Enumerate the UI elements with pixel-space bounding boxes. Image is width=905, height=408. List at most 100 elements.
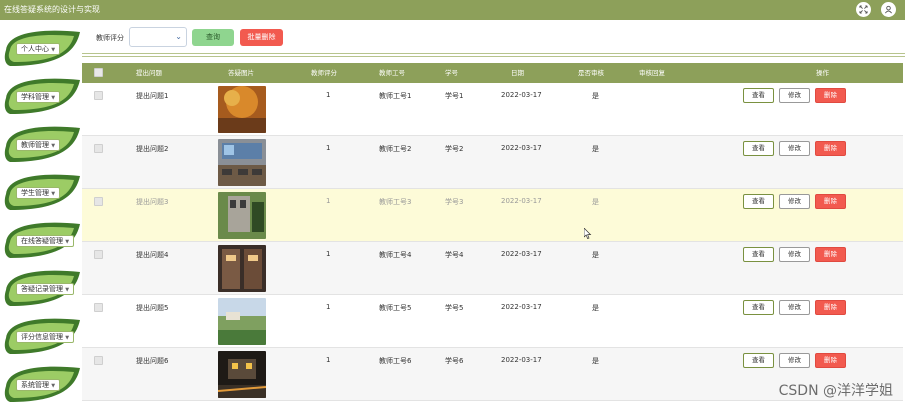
sidebar-item-text: 教师管理 xyxy=(21,141,49,149)
cell-teacher-id: 教师工号5 xyxy=(379,304,412,312)
cell-student-id: 学号5 xyxy=(445,304,464,312)
caret-down-icon: ▼ xyxy=(51,47,56,53)
sidebar-item-text: 系统管理 xyxy=(21,381,49,389)
select-all-checkbox[interactable] xyxy=(94,68,103,77)
cell-score: 1 xyxy=(326,144,331,152)
header-actions: 操作 xyxy=(816,69,829,77)
sidebar-item[interactable]: 在线答疑管理 ▼ xyxy=(2,220,80,260)
sidebar-item[interactable]: 教师管理 ▼ xyxy=(2,124,80,164)
caret-down-icon: ▼ xyxy=(51,383,56,389)
cell-question: 提出问题1 xyxy=(136,92,169,100)
sidebar-item-text: 学生管理 xyxy=(21,189,49,197)
question-image[interactable] xyxy=(218,351,266,398)
sidebar-item[interactable]: 学生管理 ▼ xyxy=(2,172,80,212)
delete-button[interactable]: 删除 xyxy=(815,247,846,262)
table-header: 提出问题 答疑图片 教师评分 教师工号 学号 日期 是否审核 审核回复 操作 xyxy=(82,63,903,83)
row-checkbox[interactable] xyxy=(94,250,103,259)
user-icon[interactable] xyxy=(881,2,896,17)
cell-score: 1 xyxy=(326,91,331,99)
header-teacher-id[interactable]: 教师工号 xyxy=(379,69,405,77)
header-score[interactable]: 教师评分 xyxy=(311,69,337,77)
question-image[interactable] xyxy=(218,86,266,133)
sidebar-item-label: 学科管理 ▼ xyxy=(16,91,61,103)
view-button[interactable]: 查看 xyxy=(743,88,774,103)
sidebar-item-text: 评分信息管理 xyxy=(21,333,63,341)
delete-button[interactable]: 删除 xyxy=(815,194,846,209)
table-row[interactable]: 提出问题2 1 教师工号2 学号2 2022-03-17 是 查看 修改 删除 xyxy=(82,136,903,189)
header-reviewed[interactable]: 是否审核 xyxy=(578,69,604,77)
sidebar-item-label: 答疑记录管理 ▼ xyxy=(16,283,75,295)
view-button[interactable]: 查看 xyxy=(743,194,774,209)
header-student-id[interactable]: 学号 xyxy=(445,69,458,77)
sidebar-item[interactable]: 学科管理 ▼ xyxy=(2,76,80,116)
cell-question: 提出问题3 xyxy=(136,198,169,206)
search-button[interactable]: 查询 xyxy=(192,29,234,46)
sidebar-item-label: 在线答疑管理 ▼ xyxy=(16,235,75,247)
cell-teacher-id: 教师工号6 xyxy=(379,357,412,365)
edit-button[interactable]: 修改 xyxy=(779,247,810,262)
row-checkbox[interactable] xyxy=(94,303,103,312)
fullscreen-icon[interactable] xyxy=(856,2,871,17)
cell-question: 提出问题2 xyxy=(136,145,169,153)
caret-down-icon: ▼ xyxy=(51,95,56,101)
cell-date: 2022-03-17 xyxy=(501,91,542,99)
cell-student-id: 学号1 xyxy=(445,92,464,100)
sidebar-item[interactable]: 个人中心 ▼ xyxy=(2,28,80,68)
divider xyxy=(82,56,905,57)
cell-reviewed: 是 xyxy=(592,145,599,153)
view-button[interactable]: 查看 xyxy=(743,300,774,315)
sidebar-item[interactable]: 答疑记录管理 ▼ xyxy=(2,268,80,308)
cell-score: 1 xyxy=(326,356,331,364)
edit-button[interactable]: 修改 xyxy=(779,353,810,368)
cell-student-id: 学号4 xyxy=(445,251,464,259)
header-date[interactable]: 日期 xyxy=(511,69,524,77)
sidebar-item-label: 学生管理 ▼ xyxy=(16,187,61,199)
question-image[interactable] xyxy=(218,139,266,186)
edit-button[interactable]: 修改 xyxy=(779,300,810,315)
row-checkbox[interactable] xyxy=(94,356,103,365)
view-button[interactable]: 查看 xyxy=(743,353,774,368)
sidebar-item[interactable]: 评分信息管理 ▼ xyxy=(2,316,80,356)
header-question[interactable]: 提出问题 xyxy=(136,69,162,77)
edit-button[interactable]: 修改 xyxy=(779,194,810,209)
question-image[interactable] xyxy=(218,245,266,292)
delete-button[interactable]: 删除 xyxy=(815,141,846,156)
row-checkbox[interactable] xyxy=(94,91,103,100)
sidebar-item-label: 教师管理 ▼ xyxy=(16,139,61,151)
cell-reviewed: 是 xyxy=(592,357,599,365)
row-checkbox[interactable] xyxy=(94,197,103,206)
divider xyxy=(82,53,905,54)
header-image: 答疑图片 xyxy=(228,69,254,77)
view-button[interactable]: 查看 xyxy=(743,247,774,262)
delete-button[interactable]: 删除 xyxy=(815,88,846,103)
caret-down-icon: ▼ xyxy=(51,191,56,197)
edit-button[interactable]: 修改 xyxy=(779,141,810,156)
sidebar-item[interactable]: 系统管理 ▼ xyxy=(2,364,80,404)
sidebar: 个人中心 ▼ 学科管理 ▼ 教师管理 ▼ 学生管理 ▼ 在线答疑管理 ▼ 答疑记录管理 ▼… xyxy=(0,20,82,408)
table-row[interactable]: 提出问题5 1 教师工号5 学号5 2022-03-17 是 查看 修改 删除 xyxy=(82,295,903,348)
delete-button[interactable]: 删除 xyxy=(815,300,846,315)
main-content: 教师评分 ⌄ 查询 批量删除 提出问题 答疑图片 教师评分 教师工号 学号 日期… xyxy=(82,20,905,408)
delete-button[interactable]: 删除 xyxy=(815,353,846,368)
row-checkbox[interactable] xyxy=(94,144,103,153)
caret-down-icon: ▼ xyxy=(65,335,70,341)
cell-question: 提出问题6 xyxy=(136,357,169,365)
cell-date: 2022-03-17 xyxy=(501,250,542,258)
view-button[interactable]: 查看 xyxy=(743,141,774,156)
question-image[interactable] xyxy=(218,192,266,239)
question-image[interactable] xyxy=(218,298,266,345)
cell-score: 1 xyxy=(326,303,331,311)
table-row[interactable]: 提出问题4 1 教师工号4 学号4 2022-03-17 是 查看 修改 删除 xyxy=(82,242,903,295)
cell-reviewed: 是 xyxy=(592,198,599,206)
sidebar-item-text: 学科管理 xyxy=(21,93,49,101)
edit-button[interactable]: 修改 xyxy=(779,88,810,103)
sidebar-item-label: 评分信息管理 ▼ xyxy=(16,331,75,343)
batch-delete-button[interactable]: 批量删除 xyxy=(240,29,283,46)
header-reply: 审核回复 xyxy=(639,69,665,77)
table-row[interactable]: 提出问题1 1 教师工号1 学号1 2022-03-17 是 查看 修改 删除 xyxy=(82,83,903,136)
cell-question: 提出问题5 xyxy=(136,304,169,312)
table-row[interactable]: 提出问题3 1 教师工号3 学号3 2022-03-17 是 查看 修改 删除 xyxy=(82,189,903,242)
sidebar-item-text: 答疑记录管理 xyxy=(21,285,63,293)
score-select[interactable]: ⌄ xyxy=(129,27,187,47)
app-title: 在线答疑系统的设计与实现 xyxy=(4,5,100,14)
